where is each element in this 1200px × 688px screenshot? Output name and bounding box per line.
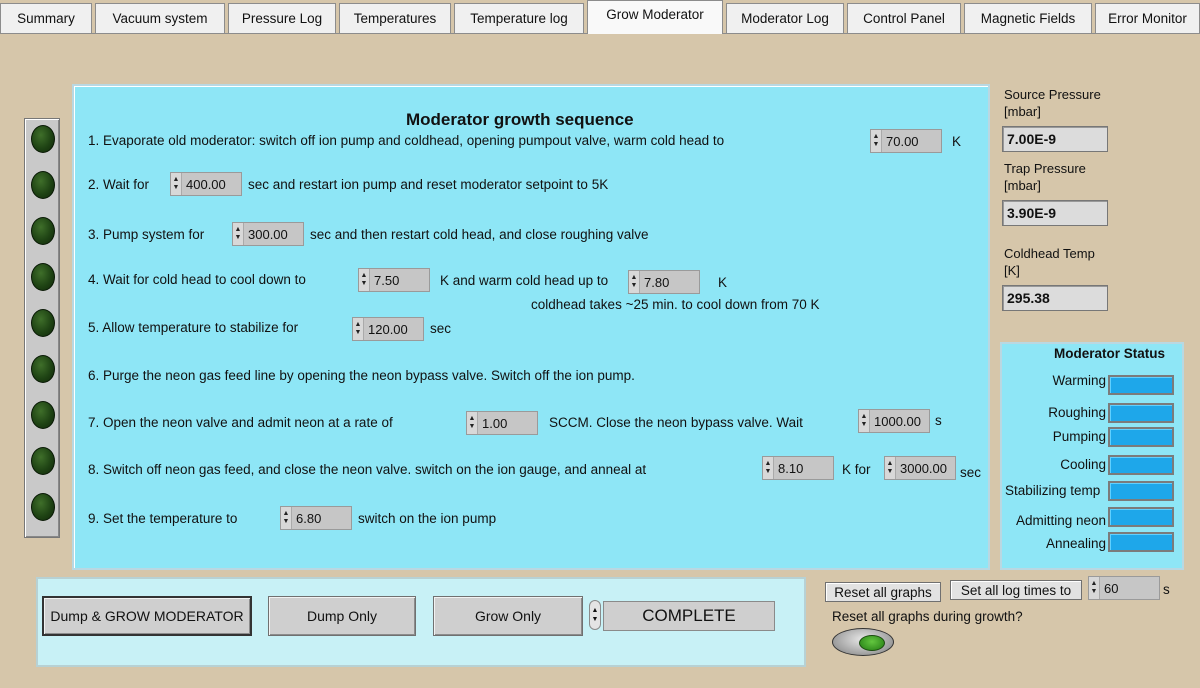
step-5-unit: sec [430, 321, 452, 336]
step-6-led-icon [31, 355, 55, 383]
step-5-stabilize-input[interactable]: ▲ ▼ 120.00 [352, 317, 424, 341]
step-4-warm-temp-input[interactable]: ▲ ▼ 7.80 [628, 270, 700, 294]
sequence-title: Moderator growth sequence [406, 110, 634, 129]
step-9-temp-input[interactable]: ▲ ▼ 6.80 [280, 506, 352, 530]
step-7-unit: s [935, 413, 942, 428]
status-label-stabilizing: Stabilizing temp [1005, 483, 1101, 498]
toggle-knob-icon [859, 635, 885, 651]
spinner-icon[interactable]: ▲ ▼ [233, 223, 244, 245]
tab-bar: Summary Vacuum system Pressure Log Tempe… [0, 0, 1200, 34]
step-1-led-icon [31, 125, 55, 153]
dump-and-grow-button[interactable]: Dump & GROW MODERATOR [42, 596, 252, 636]
status-label-roughing: Roughing [1048, 405, 1106, 420]
step-3-pump-input[interactable]: ▲ ▼ 300.00 [232, 222, 304, 246]
sequence-state-display: COMPLETE [603, 601, 775, 631]
step-8-anneal-time-input[interactable]: ▲ ▼ 3000.00 [884, 456, 956, 480]
spinner-icon[interactable]: ▲ ▼ [281, 507, 292, 529]
step-1-unit: K [952, 134, 962, 149]
step-5-led-icon [31, 309, 55, 337]
step-8-unit: sec [960, 465, 982, 480]
step-9-text-a: 9. Set the temperature to [88, 511, 238, 526]
step-8-led-icon [31, 447, 55, 475]
spinner-icon[interactable]: ▲ ▼ [171, 173, 182, 195]
step-4-led-icon [31, 263, 55, 291]
log-time-input[interactable]: ▲ ▼ 60 [1088, 576, 1160, 600]
grow-only-button[interactable]: Grow Only [433, 596, 583, 636]
step-7-led-icon [31, 401, 55, 429]
step-5-text-a: 5. Allow temperature to stabilize for [88, 320, 299, 335]
step-3-led-icon [31, 217, 55, 245]
tab-temperatures[interactable]: Temperatures [339, 3, 451, 33]
step-7-text-b: SCCM. Close the neon bypass valve. Wait [549, 415, 803, 430]
status-indicator-annealing [1108, 532, 1174, 552]
reset-during-growth-toggle[interactable] [832, 628, 894, 656]
status-label-annealing: Annealing [1045, 536, 1106, 551]
step-1-warm-temp-input[interactable]: ▲ ▼ 70.00 [870, 129, 942, 153]
spinner-icon[interactable]: ▲ ▼ [353, 318, 364, 340]
reset-during-growth-label: Reset all graphs during growth? [832, 609, 1023, 624]
step-4-unit: K [718, 275, 728, 290]
step-2-text-b: sec and restart ion pump and reset moder… [248, 177, 609, 192]
status-label-warming: Warming [1052, 373, 1106, 388]
tab-temperature-log[interactable]: Temperature log [454, 3, 584, 33]
step-8-text-a: 8. Switch off neon gas feed, and close t… [88, 462, 647, 477]
step-8-anneal-temp-input[interactable]: ▲ ▼ 8.10 [762, 456, 834, 480]
state-spinner-icon[interactable]: ▲ ▼ [589, 600, 601, 630]
step-8-text-b: K for [842, 462, 871, 477]
step-3-text-b: sec and then restart cold head, and clos… [310, 227, 649, 242]
moderator-status-title: Moderator Status [1054, 346, 1166, 361]
set-log-times-button[interactable]: Set all log times to [950, 580, 1082, 600]
spinner-icon[interactable]: ▲ ▼ [763, 457, 774, 479]
step-6-text: 6. Purge the neon gas feed line by openi… [88, 368, 635, 383]
status-indicator-cooling [1108, 455, 1174, 475]
reset-all-graphs-button[interactable]: Reset all graphs [825, 582, 941, 602]
status-label-pumping: Pumping [1052, 429, 1106, 444]
tab-error-monitor[interactable]: Error Monitor [1095, 3, 1200, 33]
trap-pressure-label: Trap Pressure [mbar] [1004, 161, 1086, 193]
spinner-icon[interactable]: ▲ ▼ [1089, 577, 1100, 599]
status-indicator-roughing [1108, 403, 1174, 423]
spinner-icon[interactable]: ▲ ▼ [359, 269, 370, 291]
step-3-text-a: 3. Pump system for [88, 227, 205, 242]
trap-pressure-value: 3.90E-9 [1002, 200, 1108, 226]
spinner-icon[interactable]: ▲ ▼ [885, 457, 896, 479]
step-9-text-b: switch on the ion pump [358, 511, 497, 526]
step-2-led-icon [31, 171, 55, 199]
status-indicator-stabilizing [1108, 481, 1174, 501]
status-indicator-admitting-neon [1108, 507, 1174, 527]
tab-grow-moderator[interactable]: Grow Moderator [587, 0, 723, 34]
dump-only-button[interactable]: Dump Only [268, 596, 416, 636]
step-4-text-a: 4. Wait for cold head to cool down to [88, 272, 306, 287]
spinner-icon[interactable]: ▲ ▼ [871, 130, 882, 152]
step-9-led-icon [31, 493, 55, 521]
status-label-admitting-neon: Admitting neon [1015, 513, 1106, 528]
tab-vacuum-system[interactable]: Vacuum system [95, 3, 225, 33]
status-indicator-warming [1108, 375, 1174, 395]
log-time-unit: s [1163, 582, 1170, 597]
step-4-cool-temp-input[interactable]: ▲ ▼ 7.50 [358, 268, 430, 292]
spinner-icon[interactable]: ▲ ▼ [859, 410, 870, 432]
tab-pressure-log[interactable]: Pressure Log [228, 3, 336, 33]
source-pressure-label: Source Pressure [mbar] [1004, 87, 1101, 119]
step-led-column [24, 118, 60, 538]
step-7-wait-input[interactable]: ▲ ▼ 1000.00 [858, 409, 930, 433]
tab-control-panel[interactable]: Control Panel [847, 3, 961, 33]
coldhead-temp-label: Coldhead Temp [K] [1004, 246, 1095, 278]
spinner-icon[interactable]: ▲ ▼ [467, 412, 478, 434]
tab-magnetic-fields[interactable]: Magnetic Fields [964, 3, 1092, 33]
status-indicator-pumping [1108, 427, 1174, 447]
step-4-note: coldhead takes ~25 min. to cool down fro… [531, 297, 820, 312]
step-1-text: 1. Evaporate old moderator: switch off i… [88, 133, 725, 148]
step-2-text-a: 2. Wait for [88, 177, 150, 192]
source-pressure-value: 7.00E-9 [1002, 126, 1108, 152]
step-4-text-b: K and warm cold head up to [440, 273, 609, 288]
coldhead-temp-value: 295.38 [1002, 285, 1108, 311]
step-2-wait-input[interactable]: ▲ ▼ 400.00 [170, 172, 242, 196]
step-7-neon-rate-input[interactable]: ▲ ▼ 1.00 [466, 411, 538, 435]
status-label-cooling: Cooling [1060, 457, 1106, 472]
step-7-text-a: 7. Open the neon valve and admit neon at… [88, 415, 393, 430]
tab-moderator-log[interactable]: Moderator Log [726, 3, 844, 33]
spinner-icon[interactable]: ▲ ▼ [629, 271, 640, 293]
tab-summary[interactable]: Summary [0, 3, 92, 33]
